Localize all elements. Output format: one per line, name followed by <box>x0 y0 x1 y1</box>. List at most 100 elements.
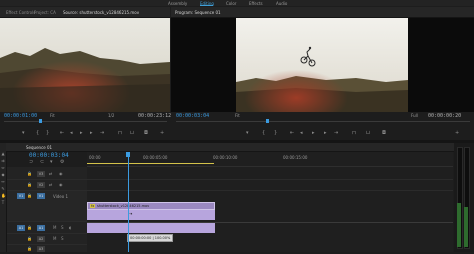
source-fit-dropdown[interactable]: Fit <box>50 113 55 118</box>
program-step-forward-icon[interactable]: ▸ <box>324 131 327 136</box>
track-header-v2: 🔒 V2 ⇄ ◉ <box>7 180 87 191</box>
clip-name: shutterstock_v12846215.mov <box>97 204 150 208</box>
source-patch-v1[interactable]: V1 <box>17 193 25 199</box>
add-marker-icon[interactable]: ▾ <box>50 160 53 165</box>
clip-fx-badge: fx <box>90 204 96 208</box>
selection-tool-icon[interactable]: ▲ <box>1 151 5 156</box>
program-video-frame[interactable] <box>236 18 408 112</box>
program-bracket-in-icon[interactable]: { <box>262 131 265 136</box>
program-timecode[interactable]: 00:00:03:04 <box>176 113 209 119</box>
timeline-timecode[interactable]: 00:00:03:04 <box>29 152 69 159</box>
program-mini-timeline[interactable] <box>176 121 470 126</box>
extract-icon[interactable]: ⊔ <box>366 131 370 136</box>
add-button-icon[interactable]: + <box>160 131 164 136</box>
timeline-playhead-line[interactable] <box>127 157 129 252</box>
timeline-settings-icon[interactable]: ⚙ <box>60 160 64 165</box>
workspace-tab-assembly[interactable]: Assembly <box>168 1 187 6</box>
program-play-icon[interactable]: ▸ <box>312 131 315 136</box>
razor-tool-icon[interactable]: ◆ <box>1 172 5 177</box>
audio-clip[interactable] <box>87 223 215 233</box>
snap-icon[interactable]: ⊃ <box>29 160 33 165</box>
program-bracket-out-icon[interactable]: } <box>274 131 277 136</box>
source-mini-timeline[interactable] <box>4 121 167 126</box>
go-to-in-icon[interactable]: ⇤ <box>60 131 64 136</box>
type-tool-icon[interactable]: T <box>1 200 5 205</box>
tab-sequence-01[interactable]: Sequence 01 <box>26 145 52 150</box>
program-mark-in-icon[interactable]: ▾ <box>246 131 249 136</box>
program-go-to-in-icon[interactable]: ⇤ <box>290 131 294 136</box>
track-header-v1: V1 🔒 V1 Video 1 <box>7 191 87 222</box>
lock-icon[interactable]: 🔒 <box>27 225 32 230</box>
mute-icon[interactable]: M <box>53 236 56 241</box>
solo-icon[interactable]: S <box>61 225 64 230</box>
go-to-out-icon[interactable]: ⇥ <box>100 131 104 136</box>
program-resolution-dropdown[interactable]: Full <box>411 113 418 118</box>
program-fit-dropdown[interactable]: Fit <box>235 113 240 118</box>
source-patch-a1[interactable]: A1 <box>17 225 25 231</box>
export-frame-icon[interactable]: ◘ <box>144 131 148 136</box>
workspace-bar: Assembly Editing Color Effects Audio <box>0 0 474 6</box>
tab-effect-controls[interactable]: Effect Controls <box>6 10 35 15</box>
eye-icon[interactable]: ◉ <box>59 171 63 176</box>
play-icon[interactable]: ▸ <box>80 131 83 136</box>
tab-project[interactable]: Project: CA <box>34 10 56 15</box>
source-timecode[interactable]: 00:00:01:00 <box>4 113 37 119</box>
lock-icon[interactable]: 🔒 <box>27 171 32 176</box>
track-target-v2[interactable]: V2 <box>37 182 45 188</box>
insert-icon[interactable]: ⊓ <box>118 131 122 136</box>
track-target-a3[interactable]: A3 <box>37 246 45 252</box>
program-add-button-icon[interactable]: + <box>455 131 459 136</box>
mute-icon[interactable]: M <box>53 225 56 230</box>
track-header-a3: 🔒 A3 <box>7 244 87 254</box>
slip-tool-icon[interactable]: ↔ <box>1 179 5 184</box>
workspace-tab-effects[interactable]: Effects <box>249 1 263 6</box>
ruler-label-3: 00:00:15:00 <box>283 155 308 160</box>
source-playhead[interactable] <box>39 119 42 123</box>
program-go-to-out-icon[interactable]: ⇥ <box>334 131 338 136</box>
source-resolution-dropdown[interactable]: 1/2 <box>108 113 114 118</box>
mark-out-icon-2[interactable]: } <box>46 131 49 136</box>
tab-source[interactable]: Source: shutterstock_v12846215.mov <box>63 10 139 15</box>
video-clip-body[interactable] <box>87 210 215 220</box>
track-headers: 🔒 V3 ⇄ ◉ 🔒 V2 ⇄ ◉ V1 🔒 V1 Video 1 A1 🔒 A… <box>7 167 87 252</box>
active-workspace-indicator <box>200 5 213 6</box>
track-target-a1[interactable]: A1 <box>37 225 45 231</box>
pen-tool-icon[interactable]: ✎ <box>1 186 5 191</box>
ripple-edit-icon[interactable]: ⇔ <box>1 165 5 170</box>
program-playhead[interactable] <box>266 119 269 123</box>
trim-tooltip: 00:00:00:00 | 100.00% <box>127 234 174 242</box>
workspace-tab-color[interactable]: Color <box>226 1 236 6</box>
ruler-label-0: 00:00 <box>89 155 101 160</box>
step-back-icon[interactable]: ◂ <box>70 131 73 136</box>
sync-lock-icon[interactable]: ⇄ <box>49 182 52 187</box>
program-export-frame-icon[interactable]: ◘ <box>382 131 386 136</box>
lock-icon[interactable]: 🔒 <box>27 193 32 198</box>
linked-selection-icon[interactable]: ⊂ <box>40 160 44 165</box>
source-duration: 00:00:23:12 <box>138 113 172 119</box>
workspace-tab-audio[interactable]: Audio <box>276 1 287 6</box>
time-ruler[interactable]: 00:00 00:00:05:00 00:00:10:00 00:00:15:0… <box>87 152 453 167</box>
eye-icon[interactable]: ◉ <box>59 182 63 187</box>
video-clip[interactable]: fx shutterstock_v12846215.mov <box>87 202 215 210</box>
track-target-a2[interactable]: A2 <box>37 236 45 242</box>
track-target-v3[interactable]: V3 <box>37 171 45 177</box>
sync-lock-icon[interactable]: ⇄ <box>49 171 52 176</box>
mark-in-icon[interactable]: ▾ <box>22 131 25 136</box>
step-forward-icon[interactable]: ▸ <box>90 131 93 136</box>
tab-program[interactable]: Program: Sequence 01 <box>175 10 221 15</box>
track-target-v1[interactable]: V1 <box>37 193 45 199</box>
mark-out-icon[interactable]: { <box>36 131 39 136</box>
program-step-back-icon[interactable]: ◂ <box>300 131 303 136</box>
solo-icon[interactable]: S <box>61 236 64 241</box>
overwrite-icon[interactable]: ⊔ <box>130 131 134 136</box>
track-select-icon[interactable]: ⇉ <box>1 158 5 163</box>
source-video-frame[interactable] <box>0 18 170 112</box>
work-area-bar[interactable] <box>87 163 214 164</box>
hand-tool-icon[interactable]: ✋ <box>1 193 6 198</box>
lock-icon[interactable]: 🔒 <box>27 246 32 251</box>
voiceover-icon[interactable]: ◖ <box>69 225 71 230</box>
track-area[interactable]: fx shutterstock_v12846215.mov 00:00:00:0… <box>87 167 453 252</box>
lock-icon[interactable]: 🔒 <box>27 236 32 241</box>
lift-icon[interactable]: ⊓ <box>352 131 356 136</box>
lock-icon[interactable]: 🔒 <box>27 182 32 187</box>
